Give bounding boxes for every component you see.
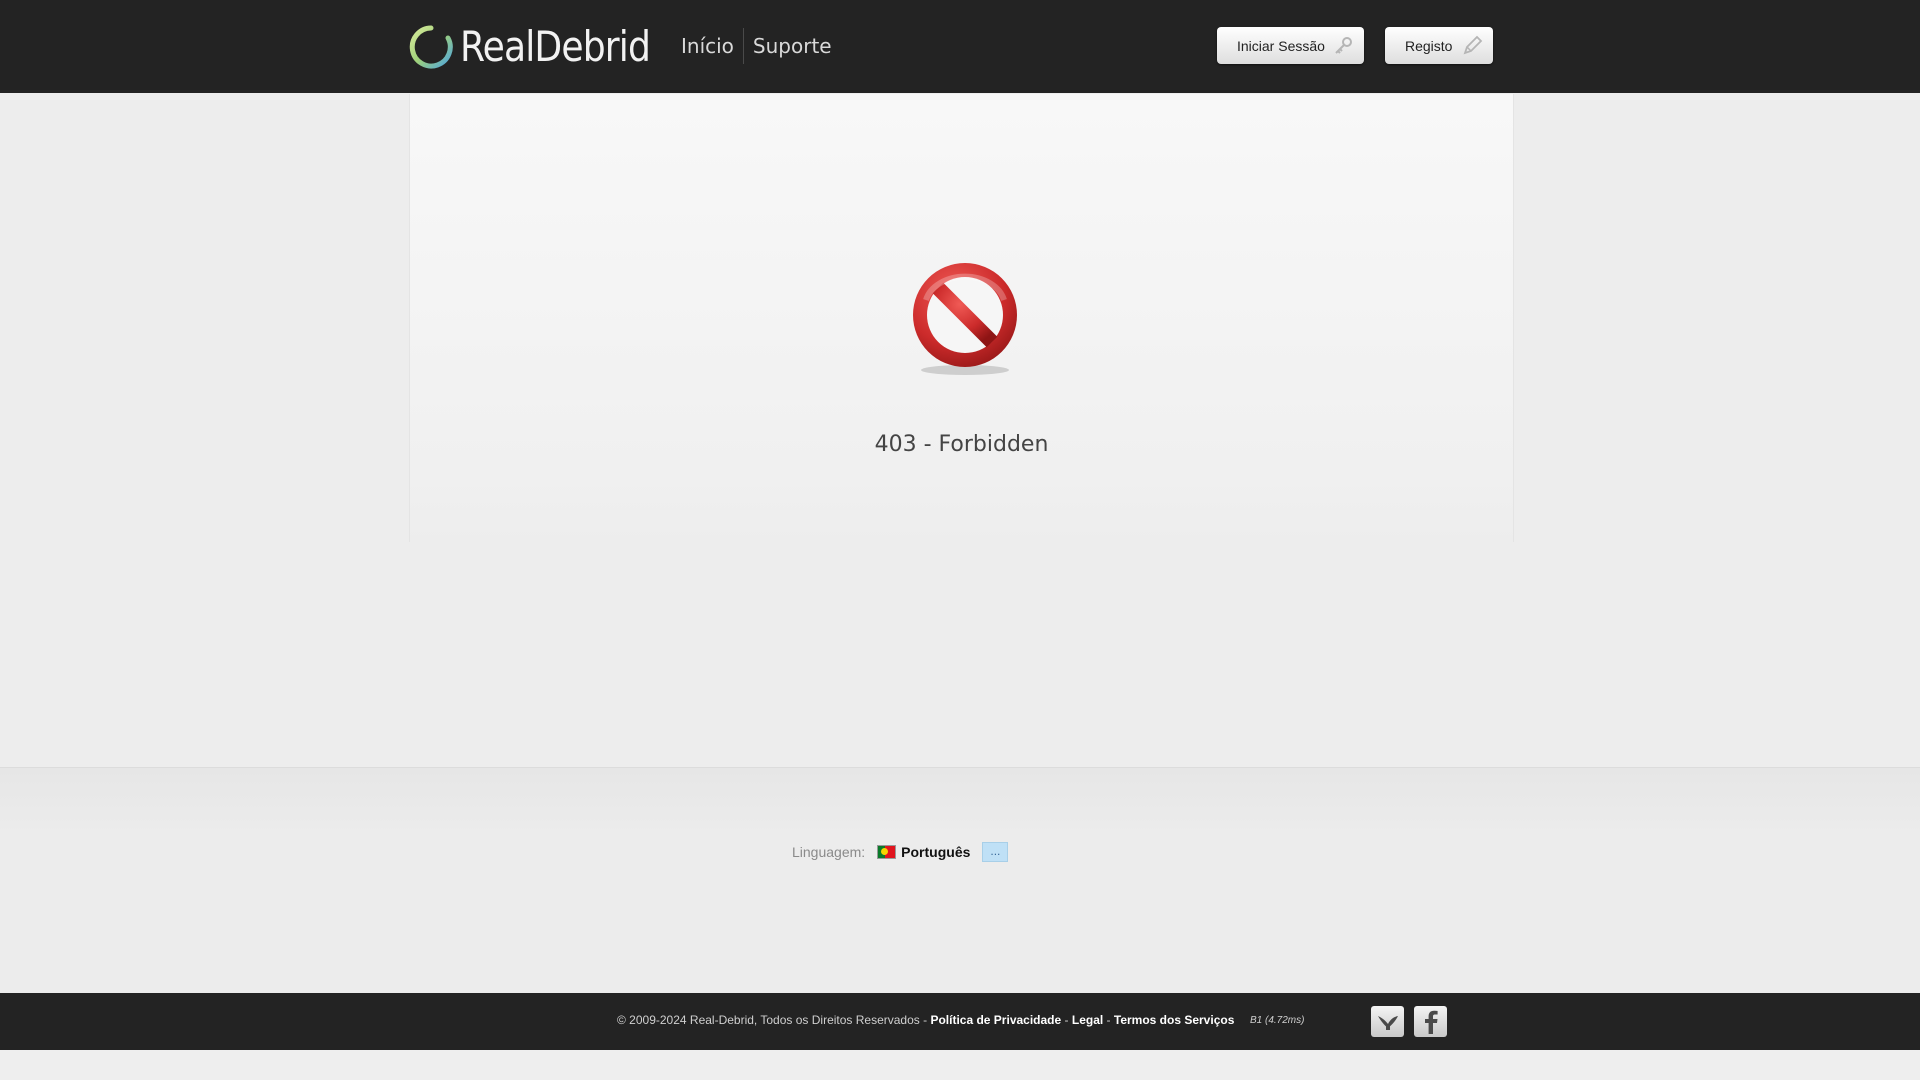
login-button-label: Iniciar Sessão — [1237, 37, 1325, 54]
login-button[interactable]: Iniciar Sessão — [1217, 27, 1364, 64]
legal-link[interactable]: Legal — [1072, 1013, 1103, 1027]
bottom-strip — [0, 1050, 1920, 1080]
error-message: 403 - Forbidden — [874, 432, 1049, 457]
language-band: Linguagem: Português ... — [0, 767, 1920, 994]
pencil-icon — [1463, 35, 1483, 55]
logo-ring-icon — [409, 25, 453, 69]
privacy-link[interactable]: Política de Privacidade — [930, 1013, 1061, 1027]
twitter-icon — [1377, 1015, 1398, 1030]
language-selector: Linguagem: Português ... — [792, 842, 1009, 862]
facebook-button[interactable] — [1414, 1006, 1447, 1037]
more-languages-button[interactable]: ... — [982, 842, 1009, 862]
facebook-icon — [1424, 1010, 1438, 1034]
register-button-label: Registo — [1405, 37, 1453, 54]
register-button[interactable]: Registo — [1385, 27, 1493, 64]
top-header: RealDebrid Início Suporte Iniciar Sessão… — [0, 0, 1920, 93]
logo-text: RealDebrid — [460, 22, 651, 71]
nav-home[interactable]: Início — [672, 28, 743, 64]
copyright-text: © 2009-2024 Real-Debrid, Todos os Direit… — [617, 1013, 931, 1027]
language-label: Linguagem: — [792, 844, 866, 860]
footer-separator: - — [1103, 1013, 1114, 1027]
footer-separator: - — [1061, 1013, 1072, 1027]
footer-links: © 2009-2024 Real-Debrid, Todos os Direit… — [617, 1013, 1234, 1027]
site-logo[interactable]: RealDebrid — [408, 24, 681, 70]
current-language[interactable]: Português — [901, 844, 970, 860]
portugal-flag-icon — [877, 845, 897, 859]
forbidden-icon — [913, 263, 1017, 375]
footer: © 2009-2024 Real-Debrid, Todos os Direit… — [0, 993, 1920, 1050]
render-time: B1 (4.72ms) — [1250, 1015, 1305, 1026]
nav-support[interactable]: Suporte — [744, 28, 841, 64]
content-panel: 403 - Forbidden — [409, 94, 1514, 542]
terms-link[interactable]: Termos dos Serviços — [1114, 1013, 1235, 1027]
main-nav: Início Suporte — [672, 28, 841, 64]
twitter-button[interactable] — [1371, 1006, 1404, 1037]
key-icon — [1335, 37, 1352, 54]
